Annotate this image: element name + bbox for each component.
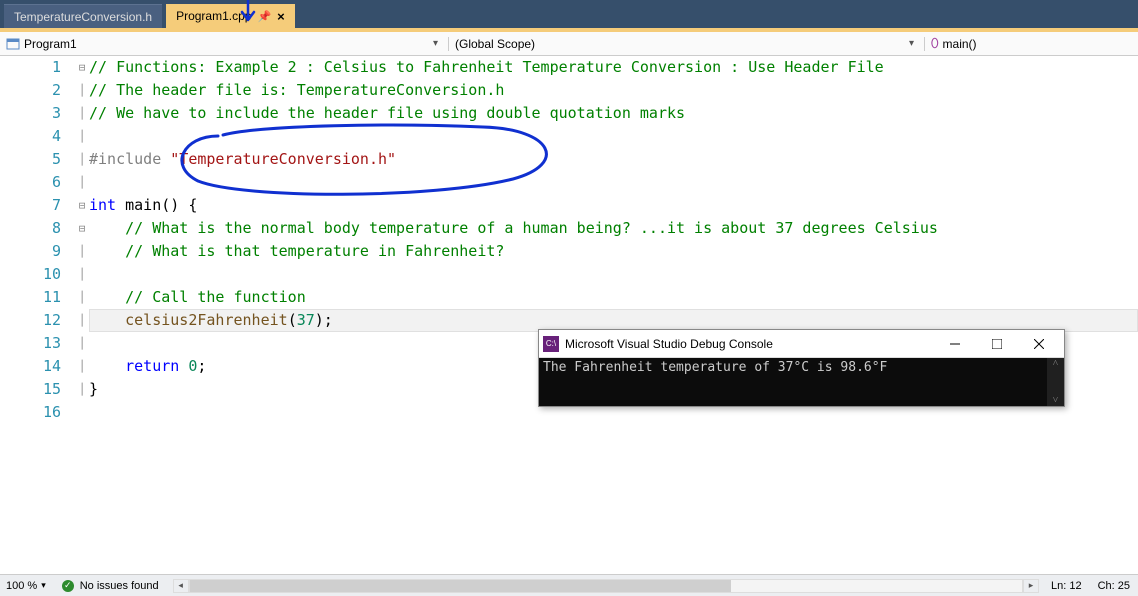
code-text: ); xyxy=(315,311,333,329)
chevron-down-icon: ▾ xyxy=(905,38,918,49)
code-text: int xyxy=(89,196,116,214)
scroll-track[interactable] xyxy=(189,579,1023,593)
code-text: "TemperatureConversion.h" xyxy=(170,150,396,168)
console-title-text: Microsoft Visual Studio Debug Console xyxy=(565,337,773,351)
code-text xyxy=(89,311,125,329)
code-text: // What is that temperature in Fahrenhei… xyxy=(89,242,504,260)
scroll-up-icon[interactable]: ˄ xyxy=(1053,358,1059,369)
scope-function-dropdown[interactable]: ⬯ main() xyxy=(925,36,1138,51)
code-text: } xyxy=(89,380,98,398)
code-content[interactable]: // Functions: Example 2 : Celsius to Fah… xyxy=(89,56,1138,568)
chevron-down-icon: ▾ xyxy=(429,38,442,49)
code-text: ( xyxy=(288,311,297,329)
code-text: // Call the function xyxy=(89,288,306,306)
zoom-selector[interactable]: 100 % ▾ xyxy=(0,580,52,592)
code-text: // The header file is: TemperatureConver… xyxy=(89,81,504,99)
console-output[interactable]: The Fahrenheit temperature of 37°C is 98… xyxy=(539,358,1064,406)
close-button[interactable] xyxy=(1018,330,1060,358)
console-output-text: The Fahrenheit temperature of 37°C is 98… xyxy=(543,360,887,375)
scope-label: (Global Scope) xyxy=(455,37,535,51)
tab-program1-cpp[interactable]: Program1.cpp 📌 × xyxy=(166,4,295,28)
fold-column[interactable]: ⊟│││││⊟⊟ │││││││ xyxy=(75,56,89,568)
check-icon: ✓ xyxy=(62,580,74,592)
scope-global-dropdown[interactable]: (Global Scope) ▾ xyxy=(449,37,925,51)
code-text: #include xyxy=(89,150,170,168)
scope-label: Program1 xyxy=(24,37,77,51)
issues-indicator[interactable]: ✓ No issues found xyxy=(52,580,169,592)
code-text: // Functions: Example 2 : Celsius to Fah… xyxy=(89,58,884,76)
status-bar: 100 % ▾ ✓ No issues found ◂ ▸ Ln: 12 Ch:… xyxy=(0,574,1138,596)
issues-text: No issues found xyxy=(80,580,159,592)
scroll-thumb[interactable] xyxy=(190,580,731,592)
scroll-right-icon[interactable]: ▸ xyxy=(1023,579,1039,593)
line-number-gutter: 1234 5678 9101112 13141516 xyxy=(0,56,75,568)
scroll-down-icon[interactable]: ˅ xyxy=(1053,395,1059,406)
navigation-bar: Program1 ▾ (Global Scope) ▾ ⬯ main() xyxy=(0,32,1138,56)
project-icon xyxy=(6,38,20,50)
code-text: return xyxy=(125,357,179,375)
scroll-left-icon[interactable]: ◂ xyxy=(173,579,189,593)
method-icon: ⬯ xyxy=(931,36,939,51)
scope-project-dropdown[interactable]: Program1 ▾ xyxy=(0,37,449,51)
document-tab-bar: TemperatureConversion.h Program1.cpp 📌 × xyxy=(0,0,1138,28)
code-editor[interactable]: 1234 5678 9101112 13141516 ⊟│││││⊟⊟ ││││… xyxy=(0,56,1138,568)
code-text: // We have to include the header file us… xyxy=(89,104,685,122)
chevron-down-icon: ▾ xyxy=(41,580,46,591)
code-text: // What is the normal body temperature o… xyxy=(89,219,938,237)
horizontal-scrollbar[interactable]: ◂ ▸ xyxy=(169,579,1043,593)
tab-label: Program1.cpp xyxy=(176,9,251,23)
minimize-button[interactable] xyxy=(934,330,976,358)
code-text: celsius2Fahrenheit xyxy=(125,311,288,329)
cursor-line[interactable]: Ln: 12 xyxy=(1043,580,1090,592)
code-text xyxy=(89,357,125,375)
code-text: ; xyxy=(197,357,206,375)
console-scrollbar[interactable]: ˄ ˅ xyxy=(1047,358,1064,406)
scope-label: main() xyxy=(943,37,977,51)
debug-console-window[interactable]: C:\ Microsoft Visual Studio Debug Consol… xyxy=(538,329,1065,407)
tab-label: TemperatureConversion.h xyxy=(14,10,152,24)
console-app-icon: C:\ xyxy=(543,336,559,352)
code-text: main xyxy=(116,196,161,214)
maximize-button[interactable] xyxy=(976,330,1018,358)
console-titlebar[interactable]: C:\ Microsoft Visual Studio Debug Consol… xyxy=(539,330,1064,358)
close-icon[interactable]: × xyxy=(277,9,285,24)
cursor-char[interactable]: Ch: 25 xyxy=(1090,580,1138,592)
tab-temperatureconversion-h[interactable]: TemperatureConversion.h xyxy=(4,4,162,28)
code-text: () { xyxy=(161,196,197,214)
pin-icon[interactable]: 📌 xyxy=(257,10,271,23)
code-text xyxy=(179,357,188,375)
code-text: 37 xyxy=(297,311,315,329)
zoom-value: 100 % xyxy=(6,580,37,592)
